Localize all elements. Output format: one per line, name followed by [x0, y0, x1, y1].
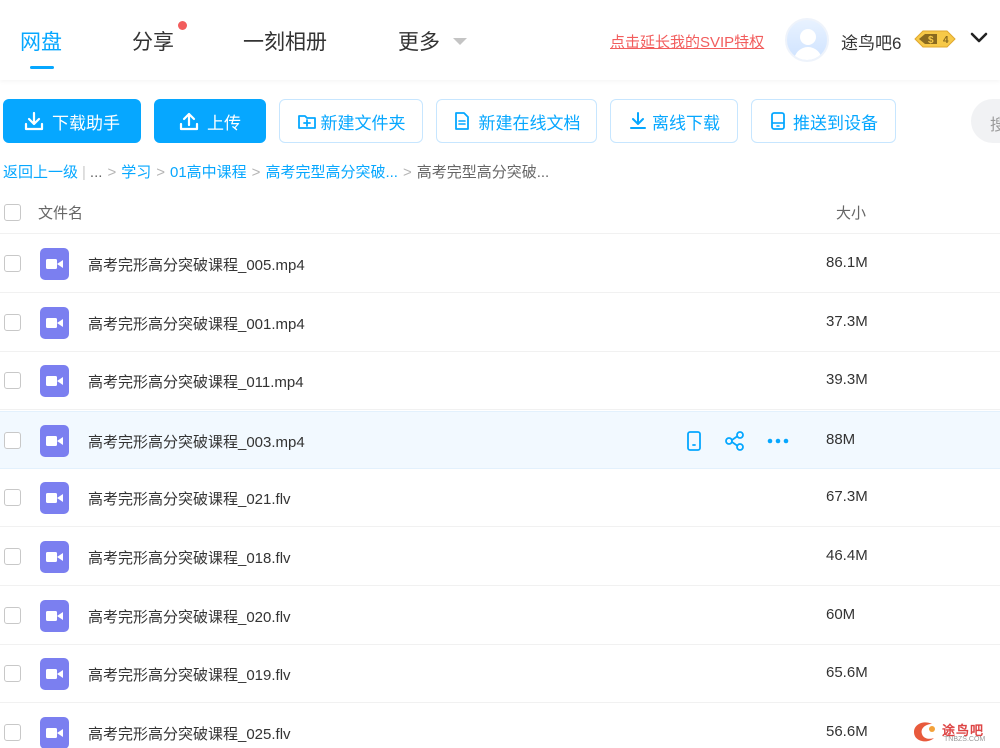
- table-row[interactable]: 高考完形高分突破课程_011.mp4 39.3M: [0, 352, 1000, 411]
- chevron-down-icon[interactable]: [970, 31, 988, 45]
- breadcrumb-ellipsis[interactable]: ...: [90, 164, 103, 181]
- svg-text:4: 4: [943, 35, 949, 46]
- file-name[interactable]: 高考完形高分突破课程_018.flv: [88, 547, 291, 568]
- file-name[interactable]: 高考完形高分突破课程_020.flv: [88, 606, 291, 627]
- share-icon[interactable]: [724, 430, 746, 452]
- video-file-icon: [40, 248, 69, 280]
- file-size: 60M: [826, 605, 856, 623]
- tab-share[interactable]: 分享: [132, 26, 174, 56]
- download-icon: [24, 111, 44, 131]
- column-header-name[interactable]: 文件名: [38, 202, 83, 223]
- document-icon: [454, 112, 469, 130]
- tab-more[interactable]: 更多: [398, 26, 440, 56]
- watermark: 途鸟吧 TNBZS.COM: [910, 718, 1000, 746]
- breadcrumb-item-study[interactable]: 学习: [121, 164, 151, 181]
- back-link[interactable]: 返回上一级: [3, 164, 78, 181]
- file-name[interactable]: 高考完形高分突破课程_019.flv: [88, 664, 291, 685]
- file-name[interactable]: 高考完形高分突破课程_025.flv: [88, 723, 291, 744]
- file-name[interactable]: 高考完形高分突破课程_011.mp4: [88, 371, 304, 392]
- row-checkbox[interactable]: [4, 665, 21, 683]
- file-size: 37.3M: [826, 312, 868, 330]
- active-tab-indicator: [30, 66, 54, 69]
- video-file-icon: [40, 306, 69, 339]
- row-checkbox[interactable]: [4, 313, 21, 331]
- notification-dot: [178, 21, 187, 30]
- download-helper-label: 下载助手: [52, 113, 120, 133]
- video-file-icon: [40, 599, 69, 632]
- file-size: 88M: [826, 430, 856, 448]
- upload-icon: [179, 112, 199, 131]
- row-checkbox[interactable]: [4, 606, 21, 624]
- file-size: 39.3M: [826, 371, 868, 389]
- select-all-checkbox[interactable]: [4, 204, 21, 221]
- search-placeholder: 搜: [990, 117, 1000, 134]
- breadcrumb-item-highschool[interactable]: 01高中课程: [170, 164, 247, 181]
- row-checkbox[interactable]: [4, 372, 21, 390]
- video-file-icon: [40, 716, 69, 748]
- file-name[interactable]: 高考完形高分突破课程_021.flv: [88, 488, 291, 509]
- new-online-doc-label: 新建在线文档: [478, 113, 581, 133]
- new-folder-button[interactable]: 新建文件夹: [279, 99, 423, 143]
- download-helper-button[interactable]: 下载助手: [3, 99, 141, 143]
- video-file-icon: [40, 541, 69, 573]
- watermark-logo-icon: [914, 722, 935, 742]
- file-name[interactable]: 高考完形高分突破课程_003.mp4: [88, 431, 305, 452]
- file-name[interactable]: 高考完形高分突破课程_005.mp4: [88, 254, 305, 275]
- svg-text:$: $: [928, 35, 934, 46]
- file-size: 56.6M: [826, 722, 868, 740]
- table-row[interactable]: 高考完形高分突破课程_003.mp4 88M: [0, 410, 1000, 469]
- push-to-device-label: 推送到设备: [793, 113, 878, 133]
- table-row[interactable]: 高考完形高分突破课程_020.flv 60M: [0, 587, 1000, 645]
- breadcrumb: 返回上一级 |... > 学习 >01高中课程 > 高考完型高分突破... > 高考完型高分突破…: [3, 164, 550, 181]
- row-checkbox[interactable]: [4, 255, 21, 272]
- column-header-size[interactable]: 大小: [836, 202, 866, 223]
- device-icon: [771, 112, 785, 130]
- chevron-down-icon[interactable]: [453, 38, 467, 45]
- offline-download-button[interactable]: 离线下载: [610, 99, 738, 143]
- file-size: 65.6M: [826, 664, 868, 682]
- tab-netdisk[interactable]: 网盘: [20, 26, 62, 56]
- watermark-subtext: TNBZS.COM: [944, 736, 986, 743]
- table-row[interactable]: 高考完形高分突破课程_005.mp4 86.1M: [0, 235, 1000, 293]
- video-file-icon: [40, 424, 69, 457]
- table-row[interactable]: 高考完形高分突破课程_018.flv 46.4M: [0, 528, 1000, 586]
- row-checkbox[interactable]: [4, 431, 21, 449]
- video-file-icon: [40, 482, 69, 515]
- new-folder-icon: [297, 115, 316, 129]
- tab-album[interactable]: 一刻相册: [243, 26, 327, 56]
- file-name[interactable]: 高考完形高分突破课程_001.mp4: [88, 313, 305, 334]
- file-list-header: 文件名 大小: [0, 192, 1000, 234]
- video-file-icon: [40, 658, 69, 691]
- file-size: 86.1M: [826, 254, 868, 271]
- more-icon[interactable]: [766, 430, 789, 452]
- top-nav: 网盘 分享 一刻相册 更多 点击延长我的SVIP特权 途鸟吧6 $ 4: [0, 0, 1000, 80]
- download-icon: [630, 112, 646, 129]
- video-file-icon: [40, 365, 69, 398]
- table-row[interactable]: 高考完形高分突破课程_019.flv 65.6M: [0, 645, 1000, 704]
- table-row[interactable]: 高考完形高分突破课程_025.flv 56.6M: [0, 704, 1000, 748]
- search-input[interactable]: 搜: [971, 99, 1000, 143]
- row-checkbox[interactable]: [4, 548, 21, 565]
- breadcrumb-item-course[interactable]: 高考完型高分突破...: [265, 164, 398, 181]
- upload-label: 上传: [207, 113, 241, 133]
- push-device-icon[interactable]: [684, 430, 706, 452]
- svip-renew-link[interactable]: 点击延长我的SVIP特权: [610, 31, 764, 52]
- new-online-doc-button[interactable]: 新建在线文档: [436, 99, 597, 143]
- breadcrumb-current: 高考完型高分突破...: [416, 164, 550, 181]
- upload-button[interactable]: 上传: [154, 99, 266, 143]
- username[interactable]: 途鸟吧6: [841, 29, 901, 54]
- vip-badge-icon: $ 4: [914, 30, 956, 48]
- table-row[interactable]: 高考完形高分突破课程_021.flv 67.3M: [0, 469, 1000, 528]
- offline-download-label: 离线下载: [652, 113, 720, 133]
- new-folder-label: 新建文件夹: [320, 113, 406, 133]
- file-size: 46.4M: [826, 547, 868, 564]
- avatar[interactable]: [785, 18, 829, 62]
- table-row[interactable]: 高考完形高分突破课程_001.mp4 37.3M: [0, 294, 1000, 352]
- row-checkbox[interactable]: [4, 489, 21, 507]
- push-to-device-button[interactable]: 推送到设备: [751, 99, 896, 143]
- row-checkbox[interactable]: [4, 723, 21, 741]
- file-size: 67.3M: [826, 488, 868, 506]
